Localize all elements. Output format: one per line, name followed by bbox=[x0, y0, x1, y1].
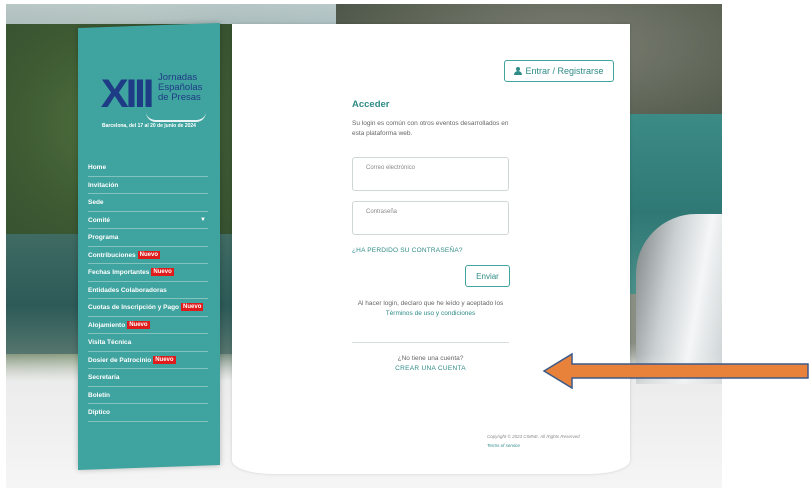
divider bbox=[352, 342, 509, 343]
sidebar-item-invitacion[interactable]: Invitación bbox=[88, 176, 208, 194]
footer: Copyright © 2023 CIMNE. All Rights Reser… bbox=[487, 432, 627, 450]
page-title: Acceder bbox=[352, 99, 390, 110]
new-badge: Nuevo bbox=[137, 250, 161, 259]
new-badge: Nuevo bbox=[151, 268, 174, 277]
sidebar-item-sede[interactable]: Sede bbox=[88, 194, 208, 212]
sidebar-item-dosier[interactable]: Dosier de Patrocinio Nuevo bbox=[88, 351, 208, 369]
terms-of-service-link[interactable]: Terms of service bbox=[487, 441, 627, 450]
create-account-link[interactable]: CREAR UNA CUENTA bbox=[352, 364, 509, 374]
logo-line-3: de Presas bbox=[158, 92, 201, 103]
terms-link[interactable]: Términos de uso y condiciones bbox=[352, 309, 509, 319]
logo-swoosh bbox=[146, 112, 206, 122]
new-badge: Nuevo bbox=[127, 320, 150, 329]
sidebar-item-label: Contribuciones bbox=[88, 251, 136, 259]
sidebar-item-programa[interactable]: Programa bbox=[88, 229, 208, 247]
copyright-text: Copyright © 2023 CIMNE. All Rights Reser… bbox=[487, 434, 580, 439]
sidebar-item-label: Fechas Importantes bbox=[88, 269, 150, 276]
logo-text: Jornadas Españolas de Presas bbox=[158, 72, 202, 103]
sidebar-item-label: Alojamiento bbox=[88, 321, 126, 329]
login-card: Entrar / Registrarse Acceder Su login es… bbox=[232, 24, 630, 474]
sidebar-item-boletin[interactable]: Boletín bbox=[88, 386, 208, 404]
sidebar-item-label: Boletín bbox=[88, 391, 111, 399]
event-logo[interactable]: XIII Jornadas Españolas de Presas bbox=[96, 62, 208, 132]
new-badge: Nuevo bbox=[153, 355, 176, 364]
event-dates: Barcelona, del 17 al 20 de junio de 2024 bbox=[102, 123, 196, 129]
user-icon bbox=[514, 67, 523, 75]
sidebar-item-label: Comité bbox=[88, 216, 111, 224]
terms-text: Al hacer login, declaro que he leído y a… bbox=[357, 300, 504, 307]
sidebar: XIII Jornadas Españolas de Presas Barcel… bbox=[78, 23, 220, 470]
sidebar-item-label: Sede bbox=[88, 199, 104, 206]
sidebar-item-cuotas[interactable]: Cuotas de Inscripción y Pago Nuevo bbox=[88, 299, 208, 317]
sidebar-item-label: Dosier de Patrocinio bbox=[88, 356, 152, 364]
login-register-label: Entrar / Registrarse bbox=[525, 66, 604, 76]
sidebar-item-label: Home bbox=[88, 164, 107, 171]
email-field[interactable]: Correo electrónico bbox=[352, 157, 509, 191]
sidebar-item-fechas[interactable]: Fechas Importantes Nuevo bbox=[88, 264, 208, 282]
sidebar-item-secretaria[interactable]: Secretaría bbox=[88, 369, 208, 387]
sidebar-item-entidades[interactable]: Entidades Colaboradoras bbox=[88, 281, 208, 299]
arrow-icon bbox=[542, 352, 809, 390]
sidebar-item-label: Programa bbox=[88, 234, 119, 241]
sidebar-item-label: Entidades Colaboradoras bbox=[88, 286, 167, 294]
no-account-section: ¿No tiene una cuenta? CREAR UNA CUENTA bbox=[352, 354, 509, 374]
sidebar-item-label: Díptico bbox=[88, 409, 111, 416]
left-arrow-annotation bbox=[542, 352, 809, 390]
sidebar-item-home[interactable]: Home bbox=[88, 159, 208, 177]
sidebar-item-diptico[interactable]: Díptico bbox=[88, 404, 208, 422]
no-account-text: ¿No tiene una cuenta? bbox=[397, 355, 464, 362]
chevron-down-icon: ▼ bbox=[200, 216, 206, 223]
send-button[interactable]: Enviar bbox=[465, 265, 510, 287]
forgot-password-link[interactable]: ¿HA PERDIDO SU CONTRASEÑA? bbox=[352, 247, 463, 254]
login-description: Su login es común con otros eventos desa… bbox=[352, 120, 509, 137]
sidebar-item-label: Visita Técnica bbox=[88, 339, 132, 346]
terms-notice: Al hacer login, declaro que he leído y a… bbox=[352, 299, 509, 319]
login-register-button[interactable]: Entrar / Registrarse bbox=[504, 60, 614, 82]
sidebar-menu: Home Invitación Sede Comité ▼ Programa Co… bbox=[88, 159, 208, 422]
sidebar-item-label: Secretaría bbox=[88, 374, 120, 381]
sidebar-item-contribuciones[interactable]: Contribuciones Nuevo bbox=[88, 246, 208, 264]
sidebar-item-comite[interactable]: Comité ▼ bbox=[88, 211, 208, 229]
sidebar-item-visita[interactable]: Visita Técnica bbox=[88, 334, 208, 352]
sidebar-item-label: Invitación bbox=[88, 181, 119, 189]
new-badge: Nuevo bbox=[181, 303, 204, 312]
sidebar-item-label: Cuotas de Inscripción y Pago bbox=[88, 304, 180, 311]
sidebar-item-alojamiento[interactable]: Alojamiento Nuevo bbox=[88, 316, 208, 334]
logo-roman-numeral: XIII bbox=[100, 72, 152, 116]
password-field[interactable]: Contraseña bbox=[352, 201, 509, 235]
